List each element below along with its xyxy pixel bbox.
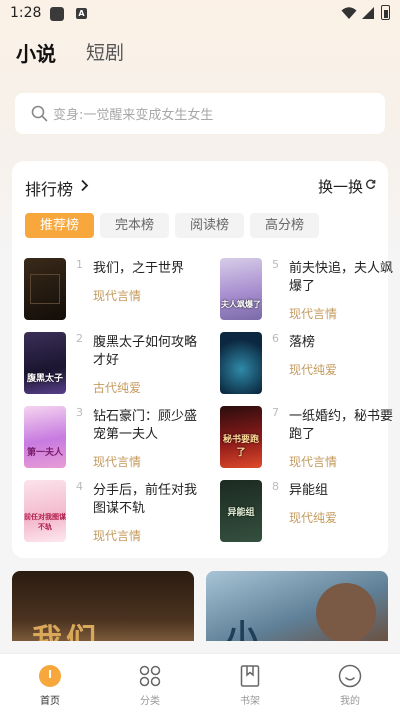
chevron-right-icon[interactable] bbox=[80, 179, 89, 192]
book-item-8[interactable]: 异能组 8 异能组 现代纯爱 bbox=[220, 480, 400, 548]
book-title: 落榜 bbox=[289, 335, 316, 350]
book-rank: 1 bbox=[76, 258, 83, 271]
book-genre: 现代言情 bbox=[289, 455, 338, 469]
nav-label: 书架 bbox=[240, 696, 260, 707]
book-genre: 现代言情 bbox=[289, 307, 338, 321]
book-title: 一纸婚约，秘书要跑了 bbox=[289, 409, 394, 442]
profile-icon bbox=[338, 664, 362, 688]
banner-left[interactable]: 我们 bbox=[12, 571, 194, 641]
book-item-5[interactable]: 夫人飒爆了 5 前夫快追，夫人飒爆了 现代言情 bbox=[220, 258, 400, 326]
book-genre: 现代纯爱 bbox=[289, 363, 338, 377]
book-cover: 前任对我图谋不轨 bbox=[24, 480, 66, 542]
book-title: 钻石豪门：顾少盛宠第一夫人 bbox=[93, 409, 198, 442]
book-title: 前夫快追，夫人飒爆了 bbox=[289, 261, 394, 294]
book-title: 腹黑太子如何攻略才好 bbox=[93, 335, 198, 368]
book-genre: 古代纯爱 bbox=[93, 381, 142, 395]
category-icon bbox=[139, 665, 161, 687]
status-bar: 1:28 A bbox=[0, 0, 400, 28]
tab-completed[interactable]: 完本榜 bbox=[100, 213, 169, 238]
book-item-3[interactable]: 第一夫人 3 钻石豪门：顾少盛宠第一夫人 现代言情 bbox=[24, 406, 204, 474]
signal-icon bbox=[362, 7, 374, 19]
book-rank: 5 bbox=[272, 258, 279, 271]
book-item-7[interactable]: 秘书要跑了 7 一纸婚约，秘书要跑了 现代言情 bbox=[220, 406, 400, 474]
home-icon bbox=[39, 665, 61, 687]
notification-a-icon: A bbox=[76, 8, 87, 19]
refresh-icon[interactable] bbox=[365, 179, 376, 190]
book-item-4[interactable]: 前任对我图谋不轨 4 分手后，前任对我图谋不轨 现代言情 bbox=[24, 480, 204, 548]
ranking-card: 排行榜 换一换 推荐榜 完本榜 阅读榜 高分榜 1 我们，之于世界 现代言情 腹… bbox=[12, 161, 393, 558]
tab-short-drama[interactable]: 短剧 bbox=[86, 38, 124, 65]
book-item-2[interactable]: 腹黑太子 2 腹黑太子如何攻略才好 古代纯爱 bbox=[24, 332, 204, 400]
bookshelf-icon bbox=[240, 665, 260, 687]
tab-reading[interactable]: 阅读榜 bbox=[175, 213, 244, 238]
book-rank: 4 bbox=[76, 480, 83, 493]
search-bar[interactable]: 变身:一觉醒来变成女生女生 bbox=[15, 93, 385, 134]
book-rank: 8 bbox=[272, 480, 279, 493]
book-cover: 第一夫人 bbox=[24, 406, 66, 468]
book-item-6[interactable]: 6 落榜 现代纯爱 bbox=[220, 332, 400, 400]
search-placeholder: 变身:一觉醒来变成女生女生 bbox=[53, 108, 214, 123]
book-cover: 腹黑太子 bbox=[24, 332, 66, 394]
book-title: 分手后，前任对我图谋不轨 bbox=[93, 483, 198, 516]
book-rank: 3 bbox=[76, 406, 83, 419]
book-cover: 异能组 bbox=[220, 480, 262, 542]
bottom-nav: 首页 分类 书架 我的 bbox=[0, 653, 400, 712]
refresh-button[interactable]: 换一换 bbox=[318, 176, 363, 197]
book-cover: 夫人飒爆了 bbox=[220, 258, 262, 320]
book-title: 我们，之于世界 bbox=[93, 261, 185, 276]
banner-text: 小 bbox=[226, 617, 259, 641]
tab-recommend[interactable]: 推荐榜 bbox=[25, 213, 94, 238]
book-rank: 6 bbox=[272, 332, 279, 345]
nav-profile[interactable]: 我的 bbox=[325, 664, 375, 707]
book-genre: 现代言情 bbox=[93, 289, 142, 303]
banner-text: 我们 bbox=[32, 623, 100, 641]
search-icon bbox=[31, 105, 48, 122]
nav-bookshelf[interactable]: 书架 bbox=[225, 664, 275, 707]
nav-label: 我的 bbox=[340, 696, 360, 707]
wifi-icon bbox=[341, 7, 357, 19]
book-rank: 7 bbox=[272, 406, 279, 419]
book-genre: 现代言情 bbox=[93, 529, 142, 543]
notification-icon bbox=[50, 7, 64, 21]
book-genre: 现代纯爱 bbox=[289, 511, 338, 525]
book-cover bbox=[24, 258, 66, 320]
tab-novel[interactable]: 小说 bbox=[16, 38, 56, 67]
nav-category[interactable]: 分类 bbox=[125, 664, 175, 707]
status-time: 1:28 bbox=[10, 5, 42, 21]
battery-icon bbox=[381, 5, 390, 20]
nav-label: 首页 bbox=[40, 696, 60, 707]
book-rank: 2 bbox=[76, 332, 83, 345]
book-cover bbox=[220, 332, 262, 394]
nav-home[interactable]: 首页 bbox=[25, 664, 75, 707]
nav-label: 分类 bbox=[140, 696, 160, 707]
banner-right[interactable]: 小 bbox=[206, 571, 388, 641]
tab-high-score[interactable]: 高分榜 bbox=[250, 213, 319, 238]
book-genre: 现代言情 bbox=[93, 455, 142, 469]
book-cover: 秘书要跑了 bbox=[220, 406, 262, 468]
book-title: 异能组 bbox=[289, 483, 329, 498]
ranking-title[interactable]: 排行榜 bbox=[25, 176, 73, 200]
book-item-1[interactable]: 1 我们，之于世界 现代言情 bbox=[24, 258, 204, 326]
